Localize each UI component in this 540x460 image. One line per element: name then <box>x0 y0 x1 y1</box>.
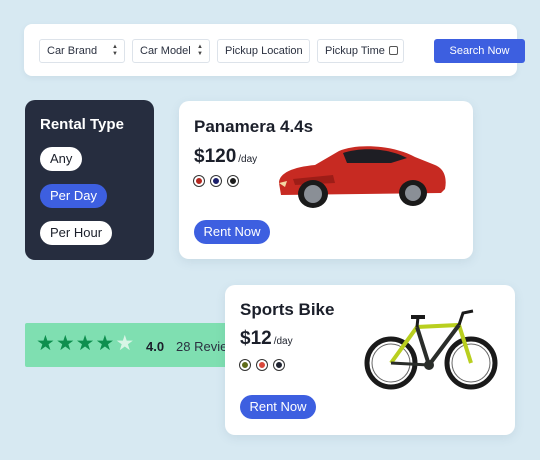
color-swatch[interactable] <box>274 360 284 370</box>
search-now-button[interactable]: Search Now <box>434 39 525 63</box>
bike-price-unit: /day <box>273 336 293 347</box>
bike-rent-now-button[interactable]: Rent Now <box>240 395 316 419</box>
color-swatch[interactable] <box>228 176 238 186</box>
pickup-time-placeholder: Pickup Time <box>325 45 385 57</box>
color-swatch[interactable] <box>211 176 221 186</box>
pickup-location-input[interactable]: Pickup Location <box>217 39 310 63</box>
bike-card: Sports Bike $12/day Rent Now <box>225 285 515 435</box>
car-image <box>279 146 446 208</box>
star-icon: ★ <box>36 332 55 355</box>
car-price: $120/day <box>194 146 257 168</box>
color-swatch[interactable] <box>257 360 267 370</box>
rental-option-per-day[interactable]: Per Day <box>40 184 107 208</box>
star-icon: ★ <box>115 332 135 355</box>
bike-price-value: $12 <box>240 328 272 349</box>
pickup-time-input[interactable]: Pickup Time <box>317 39 404 63</box>
color-swatch[interactable] <box>194 176 204 186</box>
car-rent-now-button[interactable]: Rent Now <box>194 220 270 244</box>
search-bar: Car Brand ▲ ▼ Car Model ▲ ▼ Pickup Locatio… <box>24 24 525 76</box>
rental-option-per-hour[interactable]: Per Hour <box>40 221 113 245</box>
bike-color-options <box>240 360 284 370</box>
pickup-location-placeholder: Pickup Location <box>225 45 303 57</box>
calendar-icon <box>389 46 398 55</box>
car-price-value: $120 <box>194 146 237 167</box>
sort-arrows-icon: ▲ ▼ <box>197 44 203 57</box>
car-brand-select[interactable]: Car Brand ▲ ▼ <box>39 39 125 63</box>
car-price-unit: /day <box>238 154 258 165</box>
star-icon: ★ <box>75 332 95 355</box>
car-model-select[interactable]: Car Model ▲ ▼ <box>132 39 210 63</box>
bike-price: $12/day <box>240 328 293 350</box>
bike-image <box>364 309 498 390</box>
star-icon: ★ <box>95 332 115 355</box>
sort-arrows-icon: ▲ ▼ <box>112 44 118 57</box>
star-rating: ★ ★ ★ ★ ★ <box>36 332 135 355</box>
bike-title: Sports Bike <box>240 300 335 319</box>
star-icon: ★ <box>55 332 75 355</box>
review-summary: ★ ★ ★ ★ ★ 4.0 28 Reviews <box>25 323 235 367</box>
car-card: Panamera 4.4s $120/day Rent Now <box>179 101 473 259</box>
car-color-options <box>194 176 238 186</box>
car-brand-label: Car Brand <box>47 45 98 57</box>
car-model-label: Car Model <box>140 45 191 57</box>
car-title: Panamera 4.4s <box>194 117 314 136</box>
rental-type-title: Rental Type <box>40 116 124 133</box>
rental-option-any[interactable]: Any <box>40 147 83 171</box>
rating-value: 4.0 <box>146 339 165 354</box>
color-swatch[interactable] <box>240 360 250 370</box>
rental-type-panel: Rental Type Any Per Day Per Hour <box>25 100 154 260</box>
